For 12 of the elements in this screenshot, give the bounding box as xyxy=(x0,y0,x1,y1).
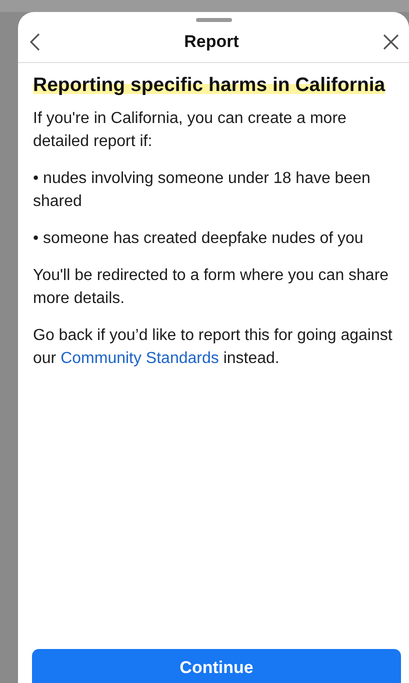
paragraph: • someone has created deepfake nudes of you xyxy=(33,229,364,249)
paragraph: If you're in California, you can create a more detailed report if: xyxy=(33,109,348,152)
close-icon xyxy=(383,34,399,50)
paragraph: Go back if you’d like to report this for going against our Community Standards instead. xyxy=(33,327,392,367)
community-standards-link[interactable]: Community Standards xyxy=(60,350,219,367)
continue-button[interactable]: Continue xyxy=(32,649,401,683)
paragraph: You'll be redirected to a form where you can share more details. xyxy=(33,266,390,309)
sheet-title: Report xyxy=(184,32,239,52)
heading: Reporting specific harms in California xyxy=(33,74,386,96)
paragraph: • nudes involving someone under 18 have been shared xyxy=(33,169,372,212)
back-icon xyxy=(30,33,40,51)
drag-handle[interactable] xyxy=(196,18,232,22)
